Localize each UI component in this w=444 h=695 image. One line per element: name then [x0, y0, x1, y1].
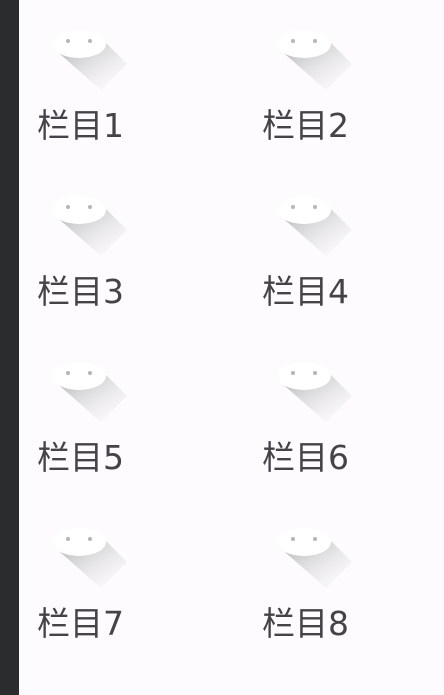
grid-item-3[interactable]: 栏目3 — [19, 166, 199, 316]
grid-item-label: 栏目2 — [262, 106, 349, 145]
grid-item-label: 栏目4 — [262, 272, 349, 311]
grid-item-5[interactable]: 栏目5 — [19, 332, 199, 482]
grid-item-label: 栏目7 — [37, 604, 124, 643]
icon-face — [277, 30, 331, 58]
icon-eye — [291, 39, 295, 43]
icon-eye — [88, 371, 92, 375]
icon-eye — [88, 205, 92, 209]
app-icon — [52, 30, 127, 90]
icon-eye — [313, 39, 317, 43]
app-icon — [52, 362, 127, 422]
grid-item-label: 栏目6 — [262, 438, 349, 477]
app-icon — [52, 528, 127, 588]
icon-face — [277, 196, 331, 224]
grid-item-1[interactable]: 栏目1 — [19, 0, 199, 150]
grid-item-2[interactable]: 栏目2 — [244, 0, 424, 150]
grid-item-label: 栏目1 — [37, 106, 124, 145]
grid-item-4[interactable]: 栏目4 — [244, 166, 424, 316]
icon-eye — [291, 371, 295, 375]
grid-item-8[interactable]: 栏目8 — [244, 498, 424, 648]
icon-eye — [66, 537, 70, 541]
icon-face — [52, 528, 106, 556]
icon-face — [277, 528, 331, 556]
icon-eye — [66, 39, 70, 43]
column-grid: 栏目1 栏目2 栏目3 栏目4 栏目5 栏目6 栏目7 栏目8 — [19, 0, 444, 695]
grid-item-label: 栏目5 — [37, 438, 124, 477]
grid-item-label: 栏目8 — [262, 604, 349, 643]
app-icon — [277, 362, 352, 422]
app-icon — [277, 30, 352, 90]
icon-eye — [313, 205, 317, 209]
icon-face — [52, 362, 106, 390]
icon-face — [52, 196, 106, 224]
grid-item-label: 栏目3 — [37, 272, 124, 311]
icon-eye — [66, 205, 70, 209]
app-icon — [52, 196, 127, 256]
icon-eye — [88, 537, 92, 541]
icon-face — [52, 30, 106, 58]
icon-eye — [88, 39, 92, 43]
grid-item-6[interactable]: 栏目6 — [244, 332, 424, 482]
icon-eye — [313, 371, 317, 375]
icon-face — [277, 362, 331, 390]
icon-eye — [291, 205, 295, 209]
app-icon — [277, 196, 352, 256]
left-edge-strip — [0, 0, 19, 695]
grid-item-7[interactable]: 栏目7 — [19, 498, 199, 648]
icon-eye — [66, 371, 70, 375]
icon-eye — [313, 537, 317, 541]
icon-eye — [291, 537, 295, 541]
app-icon — [277, 528, 352, 588]
